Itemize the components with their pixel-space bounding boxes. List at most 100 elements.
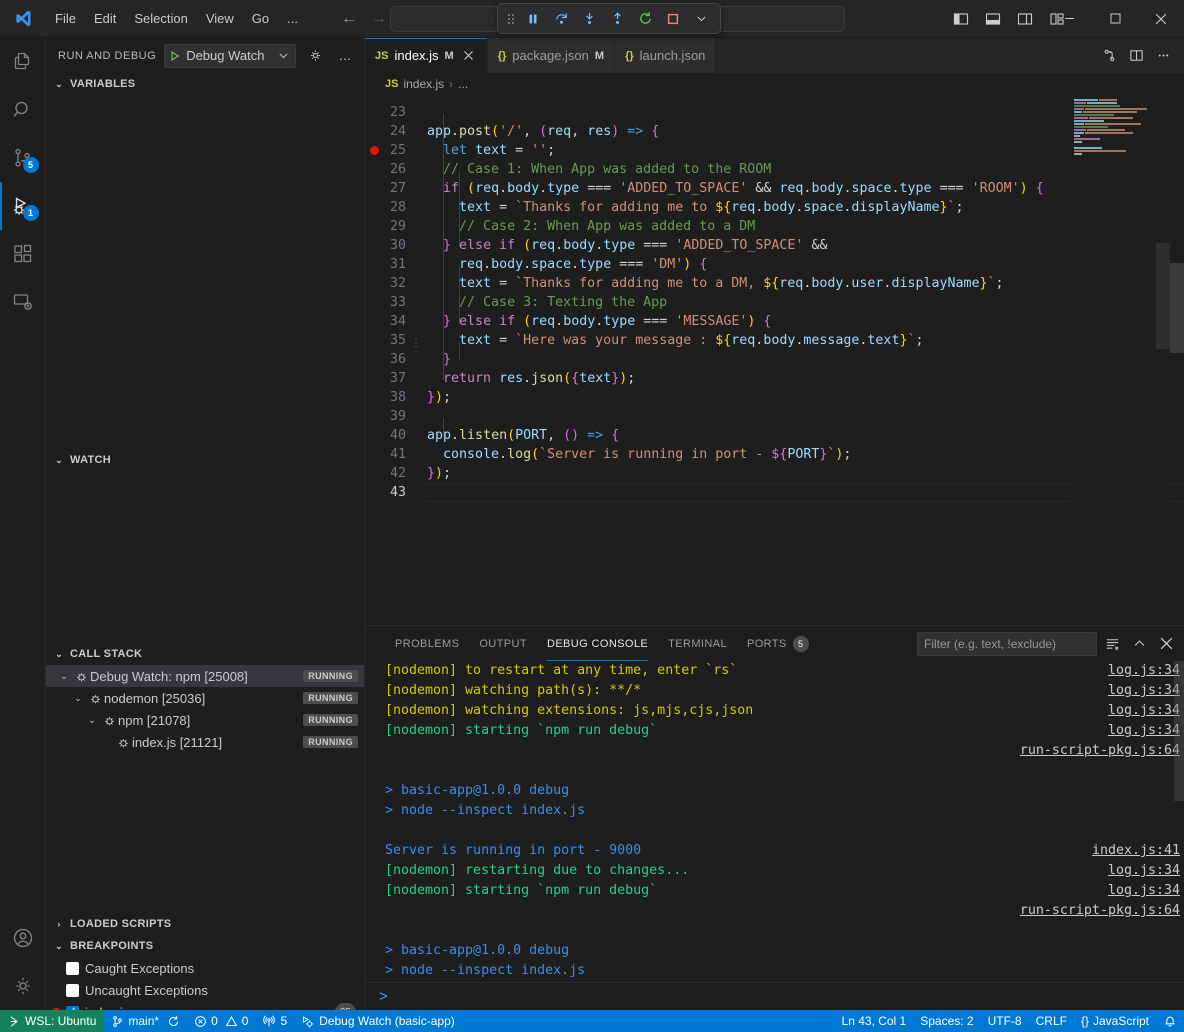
call-stack-row[interactable]: ⌄ nodemon [25036] RUNNING	[46, 687, 364, 709]
sidebar-item-explorer[interactable]	[0, 38, 46, 86]
tab-launch-json[interactable]: {} launch.json	[615, 38, 716, 73]
chevron-down-icon[interactable]	[688, 6, 714, 31]
status-indentation[interactable]: Spaces: 2	[913, 1010, 980, 1032]
close-panel-icon[interactable]	[1154, 632, 1178, 656]
status-language-mode[interactable]: {} JavaScript	[1074, 1010, 1156, 1032]
start-debugging-icon[interactable]	[169, 50, 181, 62]
step-out-button[interactable]	[604, 6, 630, 31]
breakpoint-checkbox[interactable]	[66, 984, 79, 997]
breakpoint-row-caught-exceptions[interactable]: Caught Exceptions	[46, 957, 364, 979]
status-problems[interactable]: 0 0	[187, 1010, 255, 1032]
close-button[interactable]	[1138, 0, 1184, 38]
console-source-link[interactable]: log.js:34	[1108, 861, 1180, 881]
status-debug-session[interactable]: Debug Watch (basic-app)	[294, 1010, 462, 1032]
status-notifications[interactable]	[1156, 1010, 1184, 1032]
accounts-icon[interactable]	[0, 914, 46, 962]
console-source-link[interactable]: log.js:34	[1108, 661, 1180, 681]
forward-arrow-icon[interactable]: →	[365, 7, 393, 31]
step-into-button[interactable]	[576, 6, 602, 31]
breakpoint-row-uncaught-exceptions[interactable]: Uncaught Exceptions	[46, 979, 364, 1001]
chevron-down-icon: ⌄	[51, 941, 67, 952]
section-header-loaded-scripts[interactable]: › LOADED SCRIPTS	[46, 913, 364, 935]
breadcrumb-file[interactable]: index.js	[403, 77, 444, 91]
tab-index-js[interactable]: JS index.js M	[365, 38, 488, 73]
console-source-link[interactable]: run-script-pkg.js:64	[1020, 741, 1180, 761]
menu-selection[interactable]: Selection	[125, 7, 196, 30]
menu-view[interactable]: View	[197, 7, 243, 30]
section-header-variables[interactable]: ⌄ VARIABLES	[46, 73, 364, 95]
stop-button[interactable]	[660, 6, 686, 31]
toggle-panel-icon[interactable]	[978, 6, 1008, 32]
sidebar-item-source-control[interactable]: 5	[0, 134, 46, 182]
code-content[interactable]: app.post('/', (req, res) => { let text =…	[427, 95, 1184, 625]
restart-button[interactable]	[632, 6, 658, 31]
drag-handle-icon[interactable]	[504, 12, 518, 26]
menu-go[interactable]: Go	[243, 7, 278, 30]
call-stack-row[interactable]: ⌄ Debug Watch: npm [25008] RUNNING	[46, 665, 364, 687]
manage-settings-gear-icon[interactable]	[0, 962, 46, 1010]
debug-console-output[interactable]: [nodemon] to restart at any time, enter …	[365, 661, 1184, 982]
console-source-link[interactable]: log.js:34	[1108, 881, 1180, 901]
clear-console-icon[interactable]	[1100, 632, 1124, 656]
breakpoint-checkbox[interactable]	[66, 962, 79, 975]
console-source-link[interactable]: log.js:34	[1108, 701, 1180, 721]
split-editor-icon[interactable]	[1123, 43, 1149, 69]
console-scrollbar[interactable]	[1174, 661, 1184, 801]
menu-more[interactable]: ...	[278, 7, 307, 30]
breakpoint-row-index-js[interactable]: index.js 25	[46, 1001, 364, 1010]
run-or-debug-icon[interactable]	[1096, 43, 1122, 69]
console-filter-input[interactable]: Filter (e.g. text, !exclude)	[917, 632, 1097, 656]
status-remote-host[interactable]: WSL: Ubuntu	[0, 1010, 104, 1032]
tab-problems[interactable]: PROBLEMS	[385, 626, 469, 661]
tab-package-json[interactable]: {} package.json M	[488, 38, 615, 73]
console-source-link[interactable]: index.js:41	[1092, 841, 1180, 861]
close-icon[interactable]	[460, 47, 477, 64]
sidebar-more-actions[interactable]: …	[334, 45, 356, 67]
tab-ports[interactable]: PORTS 5	[737, 626, 819, 661]
chevron-down-icon[interactable]: ⌄	[56, 671, 72, 682]
tab-terminal[interactable]: TERMINAL	[658, 626, 737, 661]
collapse-panel-icon[interactable]	[1127, 632, 1151, 656]
breadcrumb-symbol[interactable]: ...	[458, 77, 468, 91]
tab-output[interactable]: OUTPUT	[469, 626, 537, 661]
status-cursor-position[interactable]: Ln 43, Col 1	[835, 1010, 914, 1032]
menu-file[interactable]: File	[46, 7, 85, 30]
chevron-down-icon[interactable]: ⌄	[70, 693, 86, 704]
editor-scrollbar[interactable]	[1170, 263, 1184, 353]
chevron-down-icon[interactable]	[278, 50, 293, 61]
step-over-button[interactable]	[548, 6, 574, 31]
pause-button[interactable]	[520, 6, 546, 31]
status-encoding[interactable]: UTF-8	[981, 1010, 1029, 1032]
code-editor[interactable]: 23 24 25 26 27 28 29 30 31 32 33 34 35⋮ …	[365, 95, 1184, 625]
sidebar-item-search[interactable]	[0, 86, 46, 134]
call-stack-row[interactable]: ⌄ npm [21078] RUNNING	[46, 709, 364, 731]
open-launch-json-gear-icon[interactable]	[304, 45, 326, 67]
line-number-gutter[interactable]: 23 24 25 26 27 28 29 30 31 32 33 34 35⋮ …	[365, 95, 427, 625]
toggle-secondary-sidebar-icon[interactable]	[1010, 6, 1040, 32]
menu-edit[interactable]: Edit	[85, 7, 125, 30]
sidebar-item-extensions[interactable]	[0, 230, 46, 278]
toggle-primary-sidebar-icon[interactable]	[946, 6, 976, 32]
back-arrow-icon[interactable]: ←	[335, 7, 363, 31]
debug-repl-input[interactable]: >	[365, 982, 1184, 1010]
more-actions-icon[interactable]	[1150, 43, 1176, 69]
debug-toolbar[interactable]	[497, 3, 721, 34]
call-stack-row[interactable]: index.js [21121] RUNNING	[46, 731, 364, 753]
status-branch[interactable]: main*	[104, 1010, 187, 1032]
status-ports[interactable]: 5	[255, 1010, 294, 1032]
chevron-down-icon[interactable]: ⌄	[84, 715, 100, 726]
minimize-button[interactable]	[1046, 0, 1092, 38]
sidebar-item-remote-explorer[interactable]	[0, 278, 46, 326]
launch-configuration-select[interactable]: Debug Watch	[164, 44, 296, 68]
status-eol[interactable]: CRLF	[1029, 1010, 1074, 1032]
breakpoint-glyph[interactable]	[370, 146, 379, 155]
maximize-button[interactable]	[1092, 0, 1138, 38]
console-source-link[interactable]: log.js:34	[1108, 721, 1180, 741]
sidebar-item-run-and-debug[interactable]: 1	[0, 182, 46, 230]
console-source-link[interactable]: log.js:34	[1108, 681, 1180, 701]
section-header-watch[interactable]: ⌄ WATCH	[46, 449, 364, 471]
tab-debug-console[interactable]: DEBUG CONSOLE	[537, 626, 658, 661]
section-header-breakpoints[interactable]: ⌄ BREAKPOINTS	[46, 935, 364, 957]
console-source-link[interactable]: run-script-pkg.js:64	[1020, 901, 1180, 921]
section-header-call-stack[interactable]: ⌄ CALL STACK	[46, 643, 364, 665]
